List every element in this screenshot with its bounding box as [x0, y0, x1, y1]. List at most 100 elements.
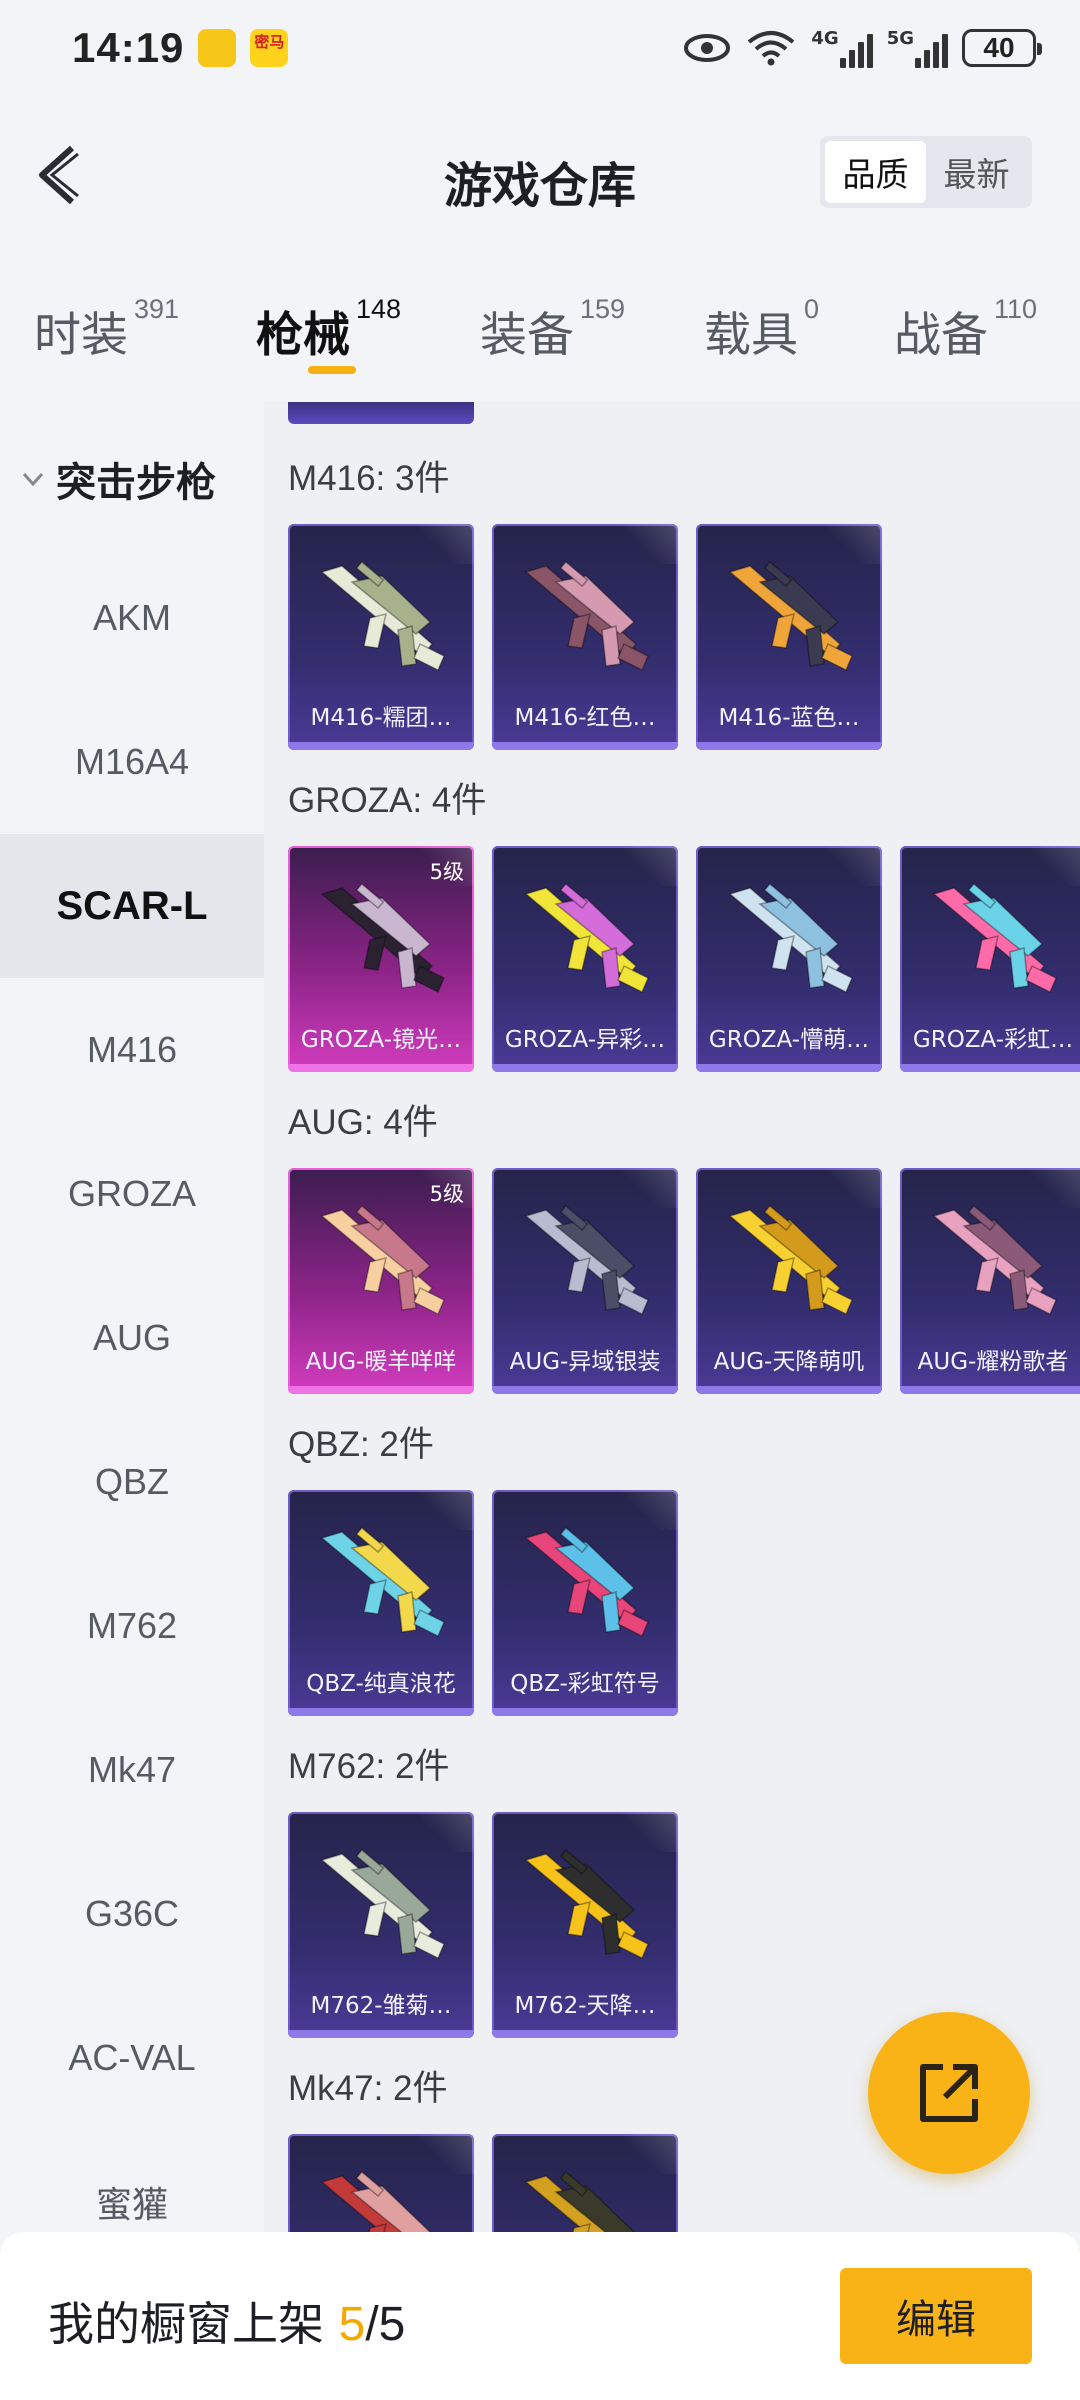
- weapon-skin-image: [320, 2170, 432, 2232]
- category-tabs: 时装 391 枪械 148 装备 159 载具 0 战备 110: [0, 252, 1080, 402]
- sidebar-item-ac-val[interactable]: AC-VAL: [0, 1986, 264, 2130]
- previous-item-card-edge[interactable]: [288, 402, 474, 424]
- weapon-skin-image: [524, 1848, 649, 1960]
- sidebar-item-mk47[interactable]: Mk47: [0, 1698, 264, 1842]
- weapon-skin-image: [524, 1526, 649, 1638]
- card-quality-stripe: [696, 1064, 882, 1072]
- weapon-skin-name: M416-糯团…: [310, 705, 452, 731]
- weapon-skin-card[interactable]: GROZA-异彩…: [492, 846, 678, 1072]
- weapon-skin-name: GROZA-懵萌…: [708, 1027, 870, 1053]
- sidebar-item-scar-l[interactable]: SCAR-L: [0, 834, 264, 978]
- active-tab-indicator: [308, 366, 356, 374]
- weapon-skin-image: [320, 560, 445, 672]
- section-title: GROZA: 4件: [288, 781, 487, 820]
- sort-by-newest-button[interactable]: 最新: [926, 141, 1027, 203]
- card-quality-stripe: [492, 2030, 678, 2038]
- weapon-skin-name: M416-蓝色…: [718, 705, 860, 731]
- weapon-skin-card[interactable]: AUG-天降萌叽: [696, 1168, 882, 1394]
- card-quality-stripe: [288, 1386, 474, 1394]
- battery-icon: 40: [962, 29, 1042, 67]
- tab-outfits[interactable]: 时装 391: [34, 294, 179, 365]
- signal-5g-icon: 5G: [887, 28, 948, 68]
- weapon-skin-card[interactable]: M416-蓝色…: [696, 524, 882, 750]
- card-quality-stripe: [696, 1386, 882, 1394]
- weapon-skin-card[interactable]: 5级 GROZA-镜光…: [288, 846, 474, 1072]
- section-title: AUG: 4件: [288, 1103, 438, 1142]
- share-icon: [920, 2064, 978, 2122]
- sidebar-item-m16a4[interactable]: M16A4: [0, 690, 264, 834]
- weapon-skin-name: AUG-暖羊咩咩: [305, 1349, 457, 1375]
- wifi-icon: [748, 31, 795, 66]
- sidebar-item-groza[interactable]: GROZA: [0, 1122, 264, 1266]
- mima-app-icon: 密马: [250, 29, 289, 67]
- weapon-skin-card[interactable]: QBZ-彩虹符号: [492, 1490, 678, 1716]
- tab-equipment[interactable]: 装备 159: [480, 294, 625, 365]
- eye-icon: [684, 34, 731, 62]
- weapon-skin-image: [728, 1204, 853, 1316]
- section-title: M416: 3件: [288, 459, 450, 498]
- weapon-skin-card[interactable]: AUG-异域银装: [492, 1168, 678, 1394]
- card-quality-stripe: [696, 742, 882, 750]
- sidebar-item-m416[interactable]: M416: [0, 978, 264, 1122]
- card-quality-stripe: [288, 1708, 474, 1716]
- weapon-skin-name: AUG-异域银装: [509, 1349, 661, 1375]
- sidebar-item-aug[interactable]: AUG: [0, 1266, 264, 1410]
- weapon-skin-name: M416-红色…: [514, 705, 656, 731]
- weapon-skin-image: [524, 1204, 649, 1316]
- weapon-skin-name: AUG-耀粉歌者: [917, 1349, 1069, 1375]
- weapon-grid: M416: 3件 M416-糯团… M416-红色… M416-蓝色… GROZA: 4…: [264, 402, 1080, 2232]
- card-quality-stripe: [492, 1386, 678, 1394]
- card-quality-stripe: [492, 1708, 678, 1716]
- weapon-skin-name: GROZA-镜光…: [300, 1027, 462, 1053]
- weapon-skin-image: [320, 1526, 445, 1638]
- sidebar-item-m762[interactable]: M762: [0, 1554, 264, 1698]
- weapon-skin-name: QBZ-纯真浪花: [306, 1671, 456, 1697]
- weapon-skin-image: [524, 882, 649, 994]
- sidebar-item-qbz[interactable]: QBZ: [0, 1410, 264, 1554]
- app-notification-icon: [198, 29, 237, 67]
- sidebar-item-g36c[interactable]: G36C: [0, 1842, 264, 1986]
- weapon-skin-card[interactable]: [492, 2134, 678, 2232]
- weapon-skin-card[interactable]: GROZA-懵萌…: [696, 846, 882, 1072]
- share-button[interactable]: [868, 2012, 1030, 2174]
- weapon-skin-card[interactable]: M762-雏菊…: [288, 1812, 474, 2038]
- weapon-skin-image: [932, 882, 1057, 994]
- card-quality-stripe: [288, 742, 474, 750]
- weapon-skin-image: [320, 882, 445, 994]
- weapon-skin-card[interactable]: 5级 AUG-暖羊咩咩: [288, 1168, 474, 1394]
- sidebar-item-akm[interactable]: AKM: [0, 546, 264, 690]
- section-title: Mk47: 2件: [288, 2069, 448, 2108]
- sidebar-item-honey-badger[interactable]: 蜜獾: [0, 2130, 264, 2232]
- showcase-bar: 我的橱窗上架 5/5 编辑: [0, 2232, 1080, 2400]
- sort-by-quality-button[interactable]: 品质: [825, 141, 926, 203]
- weapon-skin-image: [320, 1204, 445, 1316]
- status-time: 14:19: [72, 24, 185, 71]
- weapon-skin-card[interactable]: QBZ-纯真浪花: [288, 1490, 474, 1716]
- category-header[interactable]: 突击步枪: [20, 450, 216, 508]
- weapon-skin-card[interactable]: AUG-耀粉歌者: [900, 1168, 1080, 1394]
- weapon-skin-card[interactable]: [288, 2134, 474, 2232]
- showcase-label: 我的橱窗上架 5/5: [48, 2297, 406, 2351]
- card-quality-stripe: [288, 2030, 474, 2038]
- showcase-count: 5/5: [338, 2298, 406, 2351]
- tab-firearms[interactable]: 枪械 148: [256, 294, 401, 365]
- chevron-down-icon: [22, 472, 44, 487]
- signal-4g-icon: 4G: [811, 28, 873, 68]
- weapon-skin-card[interactable]: M762-天降…: [492, 1812, 678, 2038]
- card-quality-stripe: [492, 1064, 678, 1072]
- weapon-skin-card[interactable]: M416-红色…: [492, 524, 678, 750]
- status-bar: 14:19 密马 4G 5G 40: [0, 0, 1080, 96]
- weapon-skin-image: [728, 560, 853, 672]
- weapon-skin-image: [320, 1848, 445, 1960]
- weapon-skin-card[interactable]: GROZA-彩虹…: [900, 846, 1080, 1072]
- edit-button[interactable]: 编辑: [840, 2268, 1032, 2364]
- warehouse-page: 14:19 密马 4G 5G 40 游戏仓库 品质 最新 时装 391 枪械 1…: [0, 0, 1080, 2400]
- section-title: QBZ: 2件: [288, 1425, 434, 1464]
- tab-combat-supplies[interactable]: 战备 110: [894, 294, 1037, 365]
- weapon-skin-name: GROZA-彩虹…: [912, 1027, 1074, 1053]
- tab-vehicles[interactable]: 载具 0: [704, 294, 819, 365]
- header: 游戏仓库 品质 最新: [0, 96, 1080, 252]
- grade-badge: 5级: [429, 860, 464, 884]
- weapon-skin-card[interactable]: M416-糯团…: [288, 524, 474, 750]
- sort-toggle: 品质 最新: [820, 136, 1032, 208]
